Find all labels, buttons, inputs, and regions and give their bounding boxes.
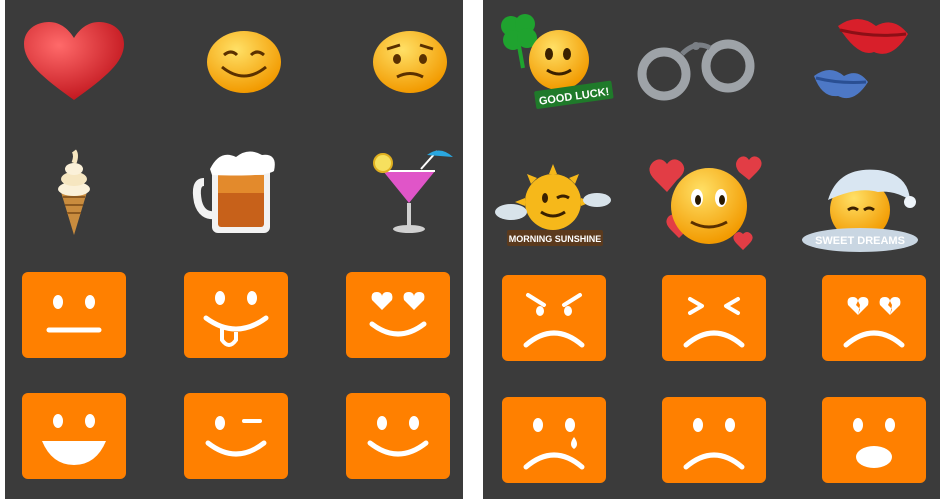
surprised-face-tile[interactable] [819, 390, 929, 490]
love-hearts-face-icon[interactable] [641, 152, 771, 262]
squint-frown-face-tile[interactable] [659, 268, 769, 368]
worried-face-icon[interactable] [355, 12, 465, 112]
smiling-face-icon[interactable] [189, 12, 299, 112]
morning-sunshine-sticker[interactable]: MORNING SUNSHINE [493, 160, 613, 260]
tongue-out-face-tile[interactable] [181, 265, 291, 365]
ice-cream-cone-icon[interactable] [19, 142, 129, 242]
big-grin-face-tile[interactable] [19, 386, 129, 486]
wink-face-tile[interactable] [181, 386, 291, 486]
kiss-lips-icon[interactable] [808, 8, 918, 108]
handcuffs-icon[interactable] [637, 16, 755, 116]
beer-mug-icon[interactable] [189, 142, 299, 242]
emoji-panel-left [5, 0, 463, 499]
cocktail-glass-icon[interactable] [355, 142, 465, 242]
sweet-dreams-caption: SWEET DREAMS [815, 235, 905, 247]
sad-face-tile[interactable] [659, 390, 769, 490]
good-luck-sticker[interactable]: GOOD LUCK! [493, 8, 614, 109]
sweet-dreams-sticker[interactable]: SWEET DREAMS [798, 160, 923, 260]
angry-face-tile[interactable] [499, 268, 609, 368]
crying-face-tile[interactable] [499, 390, 609, 490]
heart-eyes-face-tile[interactable] [343, 265, 453, 365]
emoji-panel-right: GOOD LUCK! MORNING SUNSHINE SWEET DREAMS [483, 0, 940, 499]
broken-heart-face-tile[interactable] [819, 268, 929, 368]
morning-sunshine-caption: MORNING SUNSHINE [509, 234, 602, 244]
neutral-face-tile[interactable] [19, 265, 129, 365]
smile-face-tile[interactable] [343, 386, 453, 486]
red-heart-icon[interactable] [19, 12, 129, 112]
